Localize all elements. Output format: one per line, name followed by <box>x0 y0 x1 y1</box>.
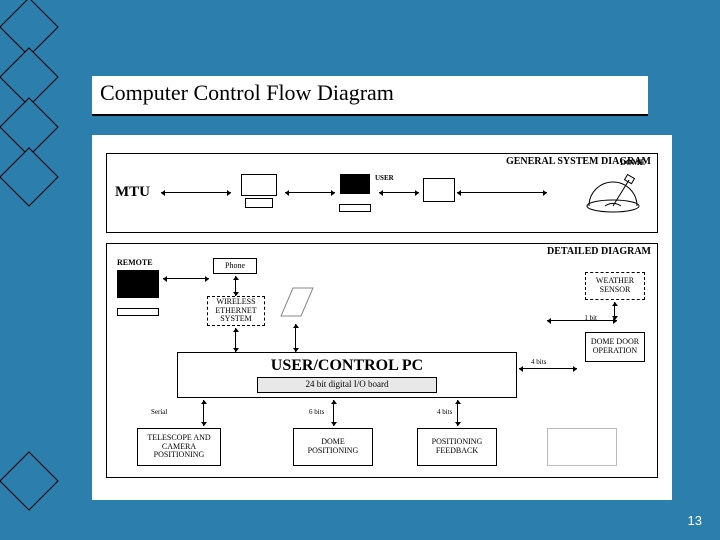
dome-door-box: DOME DOOR OPERATION <box>585 332 645 362</box>
arrow-icon <box>161 192 231 193</box>
user-pc-label: USER/CONTROL PC <box>271 357 423 375</box>
page-number: 13 <box>688 513 702 528</box>
arrow-icon <box>163 278 209 279</box>
wireless-box: WIRELESS ETHERNET SYSTEM <box>207 296 265 326</box>
user-control-pc: USER/CONTROL PC 24 bit digital I/O board <box>177 352 517 398</box>
arrow-icon <box>285 192 335 193</box>
arrow-icon <box>519 368 577 369</box>
detailed-panel: DETAILED DIAGRAM REMOTE Phone WIRELESS E… <box>106 243 658 478</box>
interface-box-icon <box>423 178 455 202</box>
detailed-label: DETAILED DIAGRAM <box>547 246 651 257</box>
arrow-icon <box>235 328 236 352</box>
io-board-box: 24 bit digital I/O board <box>257 377 437 393</box>
telescope-box: TELESCOPE AND CAMERA POSITIONING <box>137 428 221 466</box>
arrow-icon <box>457 400 458 426</box>
arrow-icon <box>547 320 617 321</box>
positioning-feedback-box: POSITIONING FEEDBACK <box>417 428 497 466</box>
remote-label: REMOTE <box>117 258 153 267</box>
dome-icon: DOME <box>583 166 643 206</box>
remote-pc-icon <box>117 270 159 321</box>
chevron-icon <box>8 460 64 516</box>
serial-label: Serial <box>151 408 167 416</box>
mtu-label: MTU <box>115 184 150 201</box>
dome-positioning-box: DOME POSITIONING <box>293 428 373 466</box>
chevron-icon <box>8 156 64 212</box>
page-title: Computer Control Flow Diagram <box>92 76 648 116</box>
arrow-icon <box>333 400 334 426</box>
bits4b-label: 4 bits <box>437 408 452 416</box>
transform-icon <box>275 282 319 322</box>
bits6-label: 6 bits <box>309 408 324 416</box>
arrow-icon <box>295 324 296 352</box>
user-label: USER <box>375 174 394 182</box>
diagram-area: GENERAL SYSTEM DIAGRAM MTU USER DOME <box>92 135 672 500</box>
arrow-icon <box>235 276 236 296</box>
bits4a-label: 4 bits <box>531 358 546 366</box>
arrow-icon <box>457 192 547 193</box>
general-panel: GENERAL SYSTEM DIAGRAM MTU USER DOME <box>106 153 658 233</box>
wan-device-icon <box>237 174 281 208</box>
dome-label: DOME <box>620 158 645 167</box>
user-pc-icon: USER <box>339 174 371 217</box>
spare-box <box>547 428 617 466</box>
weather-sensor-box: WEATHER SENSOR <box>585 272 645 300</box>
arrow-icon <box>379 192 419 193</box>
slide: Computer Control Flow Diagram GENERAL SY… <box>0 0 720 540</box>
arrow-icon <box>203 400 204 426</box>
phone-box: Phone <box>213 258 257 274</box>
